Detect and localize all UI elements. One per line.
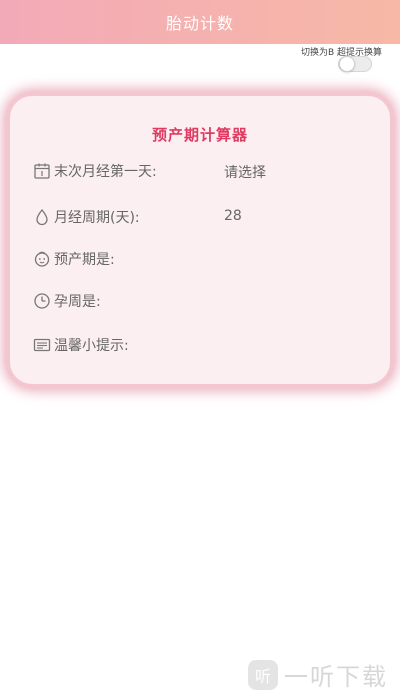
cycle-length-value[interactable]: 28 [224, 208, 242, 224]
drop-icon [32, 207, 52, 227]
last-period-select[interactable]: 请选择 [224, 162, 266, 182]
cycle-length-row[interactable]: 月经周期(天): [32, 206, 140, 228]
tips-label: 温馨小提示: [54, 338, 129, 354]
due-date-label: 预产期是: [54, 252, 115, 268]
page-title: 胎动计数 [165, 14, 234, 33]
app-header: 胎动计数 [0, 0, 400, 44]
watermark: 听 一听下载 [248, 657, 388, 692]
app-screen: 胎动计数 切换为B 超提示换算 预产期计算器 末次月经第一天: 请选择 月经周期… [0, 0, 400, 700]
gestational-week-label: 孕周是: [54, 294, 101, 310]
watermark-text: 一听下载 [284, 663, 388, 691]
clock-icon [32, 291, 52, 311]
toggle-knob [339, 56, 355, 72]
gestational-week-row: 孕周是: [32, 290, 101, 312]
due-date-row: 预产期是: [32, 248, 115, 270]
card-title: 预产期计算器 [151, 126, 248, 144]
baby-face-icon [32, 249, 52, 269]
calendar-icon [32, 161, 52, 181]
last-period-label: 末次月经第一天: [54, 164, 157, 180]
cycle-length-label: 月经周期(天): [54, 210, 140, 226]
last-period-row[interactable]: 末次月经第一天: [32, 160, 157, 182]
due-date-calculator-card: 预产期计算器 末次月经第一天: 请选择 月经周期(天): 28 预产期是: 孕周… [10, 96, 390, 384]
mode-switch-area: 切换为B 超提示换算 [262, 44, 382, 72]
note-icon [32, 335, 52, 355]
mode-toggle-switch[interactable] [338, 56, 372, 72]
tips-row: 温馨小提示: [32, 334, 129, 356]
watermark-logo: 听 [248, 659, 278, 690]
